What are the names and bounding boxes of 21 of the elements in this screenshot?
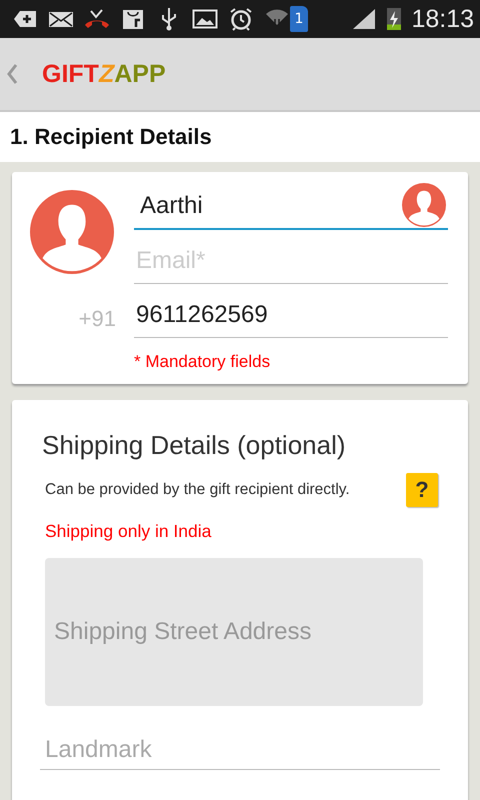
country-code: +91 bbox=[78, 306, 116, 332]
mandatory-note: * Mandatory fields bbox=[134, 351, 272, 372]
battery-icon bbox=[387, 8, 402, 30]
section-title: 1. Recipient Details bbox=[10, 124, 212, 150]
contact-picker-icon[interactable] bbox=[402, 183, 446, 227]
help-button[interactable]: ? bbox=[406, 473, 438, 507]
shipping-notice: Shipping only in India bbox=[45, 521, 212, 542]
missed-call-icon bbox=[84, 7, 110, 31]
clock-time: 18:13 bbox=[411, 4, 474, 34]
shopping-bag-icon bbox=[120, 7, 146, 31]
shipping-subtitle: Can be provided by the gift recipient directly. bbox=[45, 481, 351, 499]
name-field[interactable]: Aarthi bbox=[134, 184, 448, 230]
avatar-icon bbox=[30, 190, 114, 274]
shipping-title: Shipping Details (optional) bbox=[42, 430, 347, 461]
signal-icon bbox=[351, 7, 378, 31]
alarm-clock-icon bbox=[228, 7, 254, 31]
back-icon[interactable] bbox=[6, 63, 18, 85]
app-logo: GIFTZAPP bbox=[42, 60, 166, 88]
phone-field[interactable]: 9611262569 bbox=[134, 292, 448, 338]
sim-badge: 1 bbox=[290, 6, 308, 32]
image-icon bbox=[192, 7, 218, 31]
